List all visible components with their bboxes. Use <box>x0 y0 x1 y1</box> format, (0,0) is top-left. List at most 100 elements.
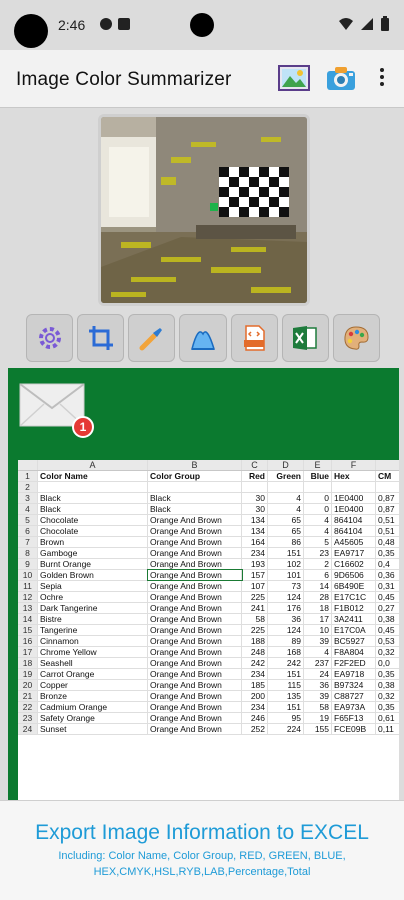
row-number: 3 <box>18 493 38 503</box>
row-number: 20 <box>18 680 38 690</box>
sheet-cell: 0,4 <box>376 559 399 569</box>
row-number: 11 <box>18 581 38 591</box>
sheet-cell: Cinnamon <box>38 636 148 646</box>
sheet-cell: Cadmium Orange <box>38 702 148 712</box>
sheet-data-row: 13 Dark Tangerine Orange And Brown 241 176 18… <box>18 603 399 614</box>
sheet-cell: C16602 <box>332 559 376 569</box>
row-number: 23 <box>18 713 38 723</box>
sheet-cell: Chocolate <box>38 515 148 525</box>
sheet-cell: Orange And Brown <box>148 702 242 712</box>
sheet-cell: 4 <box>304 515 332 525</box>
sheet-cell: Black <box>38 504 148 514</box>
sheet-cell: Orange And Brown <box>148 625 242 635</box>
sheet-cell: 0,51 <box>376 515 399 525</box>
sheet-cell: FCE09B <box>332 724 376 734</box>
sheet-cell: Orange And Brown <box>148 603 242 613</box>
sheet-cell: 124 <box>268 592 304 602</box>
sheet-cell: 4 <box>268 493 304 503</box>
image-preview[interactable] <box>98 114 310 306</box>
sheet-cell: Orange And Brown <box>148 713 242 723</box>
wifi-icon <box>338 17 354 36</box>
sheet-cell: 4 <box>268 504 304 514</box>
row-number: 13 <box>18 603 38 613</box>
html-export-button[interactable] <box>230 314 278 362</box>
sheet-cell: Chrome Yellow <box>38 647 148 657</box>
crop-icon <box>88 326 113 350</box>
palette-button[interactable] <box>332 314 380 362</box>
gallery-button[interactable] <box>278 64 310 92</box>
settings-button[interactable] <box>26 314 74 362</box>
sheet-cell: 73 <box>268 581 304 591</box>
room-image <box>101 117 307 303</box>
color-picker-button[interactable] <box>128 314 176 362</box>
camera-button[interactable] <box>325 64 357 92</box>
sheet-cell: 124 <box>268 625 304 635</box>
sheet-cell: 28 <box>304 592 332 602</box>
row-number: 21 <box>18 691 38 701</box>
sheet-cell: 242 <box>242 658 268 668</box>
color-picker-icon <box>139 328 162 351</box>
histogram-button[interactable] <box>179 314 227 362</box>
notification-badge: 1 <box>72 416 94 438</box>
sheet-cell: Burnt Orange <box>38 559 148 569</box>
sheet-cell: Copper <box>38 680 148 690</box>
row-number: 22 <box>18 702 38 712</box>
sheet-cell: F65F13 <box>332 713 376 723</box>
row-number: 6 <box>18 526 38 536</box>
sheet-cell: Safety Orange <box>38 713 148 723</box>
more-options-button[interactable] <box>372 64 392 92</box>
status-icons-left <box>100 18 130 30</box>
sheet-cell: 135 <box>268 691 304 701</box>
row-number: 2 <box>18 482 38 492</box>
sheet-data-row: 22 Cadmium Orange Orange And Brown 234 151 58… <box>18 702 399 713</box>
row-number: 1 <box>18 471 38 481</box>
battery-icon <box>380 16 390 37</box>
sheet-data-row: 20 Copper Orange And Brown 185 115 36 B97324 0,… <box>18 680 399 691</box>
camera-cutout <box>190 13 214 37</box>
sheet-cell: 86 <box>268 537 304 547</box>
sheet-cell: Orange And Brown <box>148 669 242 679</box>
sheet-cell: Bronze <box>38 691 148 701</box>
sheet-cell: Orange And Brown <box>147 569 243 581</box>
col-letter-b: B <box>148 460 242 470</box>
sheet-cell: Orange And Brown <box>148 636 242 646</box>
sheet-cell <box>268 482 304 492</box>
sheet-cell <box>376 482 399 492</box>
sd-card-icon <box>118 18 130 30</box>
sheet-data-row: 24 Sunset Orange And Brown 252 224 155 FCE09B 0… <box>18 724 399 735</box>
sheet-cell: 248 <box>242 647 268 657</box>
crop-button[interactable] <box>77 314 125 362</box>
sheet-cell: 0 <box>304 493 332 503</box>
sheet-cell: 4 <box>304 647 332 657</box>
sheet-cell: 0,87 <box>376 504 399 514</box>
sheet-cell: 0,0 <box>376 658 399 668</box>
sheet-header-cell: Color Group <box>148 471 242 481</box>
sheet-cell: 0,36 <box>376 570 399 580</box>
sheet-cell <box>304 482 332 492</box>
sheet-data-row: 11 Sepia Orange And Brown 107 73 14 6B490E 0,31 <box>18 581 399 592</box>
sheet-cell: 0,35 <box>376 669 399 679</box>
camera-icon <box>327 67 355 90</box>
sheet-cell: 168 <box>268 647 304 657</box>
sheet-cell: 1E0400 <box>332 504 376 514</box>
row-number: 16 <box>18 636 38 646</box>
row-number: 18 <box>18 658 38 668</box>
excel-export-button[interactable] <box>281 314 329 362</box>
sheet-cell: 237 <box>304 658 332 668</box>
row-number: 17 <box>18 647 38 657</box>
sheet-cell: 0,53 <box>376 636 399 646</box>
sheet-cell: 102 <box>268 559 304 569</box>
sheet-cell: 0,45 <box>376 625 399 635</box>
sheet-cell: 6 <box>304 570 332 580</box>
sheet-header-cell: Green <box>268 471 304 481</box>
palette-icon <box>344 326 369 350</box>
sheet-cell: 65 <box>268 515 304 525</box>
column-letter-row: A B C D E F <box>18 460 399 471</box>
sheet-empty-row: 2 <box>18 482 399 493</box>
sheet-cell: Orange And Brown <box>148 515 242 525</box>
sheet-cell: 157 <box>242 570 268 580</box>
sheet-cell: 36 <box>268 614 304 624</box>
sheet-data-row: 16 Cinnamon Orange And Brown 188 89 39 BC5927 0… <box>18 636 399 647</box>
sheet-data-row: 10 Golden Brown Orange And Brown 157 101 6 9D6… <box>18 569 399 581</box>
sheet-cell: 0,35 <box>376 548 399 558</box>
